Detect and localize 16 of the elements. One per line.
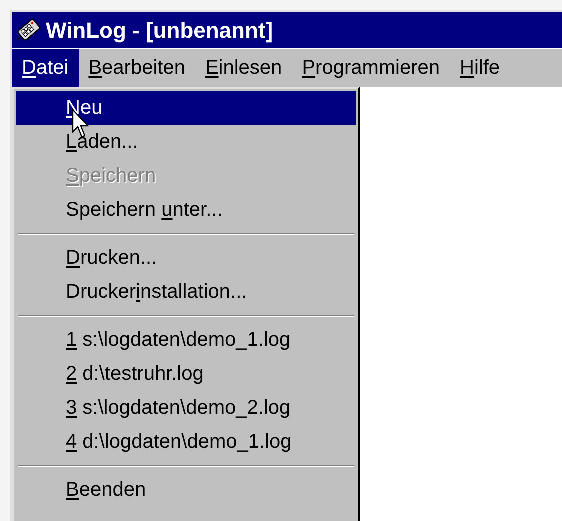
menu-item[interactable]: Speichern unter...	[16, 193, 356, 227]
menu-item[interactable]: Neu	[16, 91, 356, 125]
menu-bar-item[interactable]: Hilfe	[450, 49, 510, 87]
menu-bar-item[interactable]: Bearbeiten	[78, 49, 196, 87]
menu-item[interactable]: 1 s:\logdaten\demo_1.log	[16, 323, 356, 357]
menu-item[interactable]: Beenden	[16, 473, 356, 507]
menu-item[interactable]: 2 d:\testruhr.log	[16, 357, 356, 391]
menu-bar-item[interactable]: Datei	[12, 49, 79, 87]
menu-bar-item[interactable]: Einlesen	[195, 49, 292, 87]
window-title: WinLog - [unbenannt]	[46, 16, 274, 45]
menu-item[interactable]: Drucken...	[16, 241, 356, 275]
menu-item[interactable]: Druckerinstallation...	[16, 275, 356, 309]
menu-bar-item[interactable]: Programmieren	[292, 49, 450, 87]
menu-item[interactable]: Laden...	[16, 125, 356, 159]
menu-item[interactable]: 3 s:\logdaten\demo_2.log	[16, 391, 356, 425]
menu-item[interactable]: 4 d:\logdaten\demo_1.log	[16, 425, 356, 459]
